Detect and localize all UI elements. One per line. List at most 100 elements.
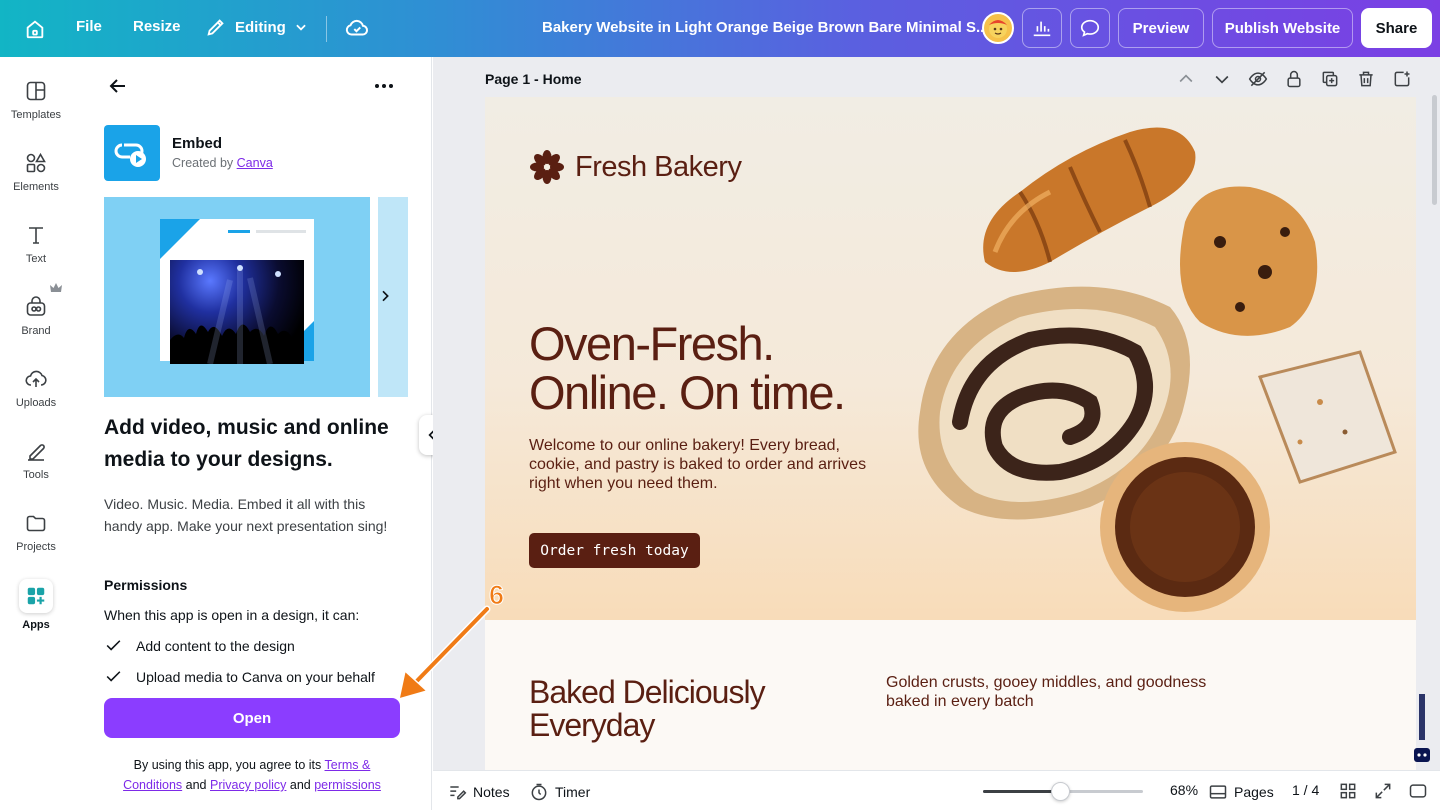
check-icon bbox=[106, 671, 121, 682]
zoom-value[interactable]: 68% bbox=[1170, 782, 1198, 798]
zoom-slider-thumb[interactable] bbox=[1051, 782, 1071, 801]
brand-icon bbox=[26, 296, 46, 316]
rail-label: Elements bbox=[13, 181, 59, 193]
more-options-icon[interactable] bbox=[372, 74, 396, 98]
editing-mode-menu[interactable]: Editing bbox=[205, 16, 308, 38]
logo-text: Fresh Bakery bbox=[575, 150, 742, 183]
add-page-icon[interactable] bbox=[1392, 69, 1412, 89]
rail-label: Tools bbox=[23, 469, 49, 481]
file-menu[interactable]: File bbox=[76, 18, 102, 35]
back-arrow-icon[interactable] bbox=[106, 74, 130, 98]
page-count: 1 / 4 bbox=[1292, 782, 1320, 798]
permissions-link[interactable]: permissions bbox=[314, 778, 381, 792]
creator-link[interactable]: Canva bbox=[237, 156, 273, 170]
hero-section: Fresh Bakery Oven-Fresh. Online. On time… bbox=[485, 97, 1416, 620]
open-footer: Open By using this app, you agree to its… bbox=[72, 685, 431, 810]
rail-label: Apps bbox=[22, 619, 50, 631]
rail-item-uploads[interactable]: Uploads bbox=[0, 367, 72, 409]
delete-page-icon[interactable] bbox=[1356, 69, 1376, 89]
rail-item-projects[interactable]: Projects bbox=[0, 511, 72, 553]
flower-logo-icon bbox=[530, 150, 564, 184]
grid-view-icon[interactable] bbox=[1338, 781, 1358, 801]
section-title-line: Baked Deliciously bbox=[529, 674, 766, 710]
pencil-icon bbox=[207, 19, 224, 36]
notes-label: Notes bbox=[473, 784, 510, 800]
preview-triangle bbox=[160, 219, 200, 259]
permission-label: Upload media to Canva on your behalf bbox=[136, 668, 375, 685]
created-by-label: Created by bbox=[172, 156, 234, 170]
rail-item-brand[interactable]: Brand bbox=[0, 283, 72, 337]
timer-label: Timer bbox=[555, 784, 591, 800]
rail-label: Text bbox=[25, 253, 47, 265]
section-text: Golden crusts, gooey middles, and goodne… bbox=[886, 674, 1207, 710]
projects-icon bbox=[26, 515, 46, 532]
app-heading: Add video, music and online media to you… bbox=[104, 416, 389, 471]
timer-button[interactable]: Timer bbox=[529, 782, 590, 802]
legal-and: and bbox=[289, 778, 311, 792]
rail-label: Brand bbox=[21, 325, 51, 337]
rail-item-elements[interactable]: Elements bbox=[0, 151, 72, 193]
bakery-logo: Fresh Bakery bbox=[529, 149, 742, 185]
help-icon[interactable] bbox=[1408, 781, 1428, 801]
privacy-link[interactable]: Privacy policy bbox=[210, 778, 286, 792]
pecan-tart-image bbox=[1100, 442, 1270, 612]
home-icon[interactable] bbox=[20, 14, 50, 44]
publish-website-button[interactable]: Publish Website bbox=[1212, 8, 1353, 48]
rail-item-apps[interactable]: Apps bbox=[0, 579, 72, 631]
comment-icon[interactable] bbox=[1070, 8, 1110, 48]
share-button[interactable]: Share bbox=[1361, 8, 1432, 48]
check-icon bbox=[106, 640, 121, 651]
rail-label: Uploads bbox=[15, 397, 57, 409]
resize-menu[interactable]: Resize bbox=[133, 18, 181, 35]
section-title-line: Everyday bbox=[529, 707, 655, 743]
preview-button[interactable]: Preview bbox=[1118, 8, 1204, 48]
app-description: Video. Music. Media. Embed it all with t… bbox=[104, 496, 388, 534]
elements-icon bbox=[26, 152, 46, 173]
hide-page-icon[interactable] bbox=[1248, 69, 1268, 89]
chevron-down-icon bbox=[296, 24, 306, 31]
document-title[interactable]: Bakery Website in Light Orange Beige Bro… bbox=[542, 19, 989, 36]
chevron-up-icon[interactable] bbox=[1176, 69, 1196, 89]
toolbar-divider bbox=[326, 16, 327, 42]
uploads-icon bbox=[25, 370, 47, 387]
avatar[interactable] bbox=[982, 12, 1014, 44]
canvas-scrollbar[interactable] bbox=[1432, 95, 1437, 205]
embed-app-icon bbox=[104, 125, 160, 181]
app-side-panel: Embed Created by Canva Add video, music … bbox=[72, 57, 432, 810]
text-icon bbox=[29, 227, 43, 244]
design-page[interactable]: Fresh Bakery Oven-Fresh. Online. On time… bbox=[485, 97, 1416, 770]
chevron-down-icon[interactable] bbox=[1212, 69, 1232, 89]
cloud-saved-icon[interactable] bbox=[344, 15, 370, 46]
left-rail: Templates Elements Text Brand Uploads To… bbox=[0, 57, 72, 810]
fullscreen-icon[interactable] bbox=[1373, 781, 1393, 801]
tools-icon bbox=[28, 444, 45, 461]
open-button[interactable]: Open bbox=[104, 698, 400, 738]
templates-icon bbox=[26, 81, 46, 101]
zoom-slider-fill bbox=[983, 790, 1062, 793]
notes-icon bbox=[450, 786, 467, 800]
insights-chart-icon[interactable] bbox=[1022, 8, 1062, 48]
app-name: Embed bbox=[172, 135, 223, 152]
jotform-logo-icon[interactable] bbox=[1412, 690, 1432, 770]
rail-item-templates[interactable]: Templates bbox=[0, 79, 72, 121]
chevron-right-icon[interactable] bbox=[377, 288, 393, 304]
zoom-slider[interactable] bbox=[983, 782, 1143, 801]
notes-button[interactable]: Notes bbox=[447, 782, 510, 802]
rail-label: Templates bbox=[10, 109, 62, 121]
scone-image bbox=[1180, 186, 1318, 336]
editing-label: Editing bbox=[235, 18, 286, 36]
pages-icon bbox=[1209, 785, 1227, 799]
timer-icon bbox=[531, 783, 547, 801]
duplicate-page-icon[interactable] bbox=[1320, 69, 1340, 89]
app-preview-image bbox=[104, 197, 370, 397]
page-label[interactable]: Page 1 - Home bbox=[485, 71, 581, 87]
hero-title: Oven-Fresh. Online. On time. bbox=[529, 319, 846, 419]
rail-item-tools[interactable]: Tools bbox=[0, 439, 72, 481]
hero-title-line: Online. On time. bbox=[529, 366, 846, 419]
pages-button[interactable]: Pages bbox=[1208, 782, 1274, 802]
lock-icon[interactable] bbox=[1284, 69, 1304, 89]
preview-bar bbox=[228, 230, 250, 233]
permission-label: Add content to the design bbox=[136, 637, 295, 654]
baked-section: Baked Deliciously Everyday Golden crusts… bbox=[485, 620, 1416, 770]
rail-item-text[interactable]: Text bbox=[0, 223, 72, 265]
